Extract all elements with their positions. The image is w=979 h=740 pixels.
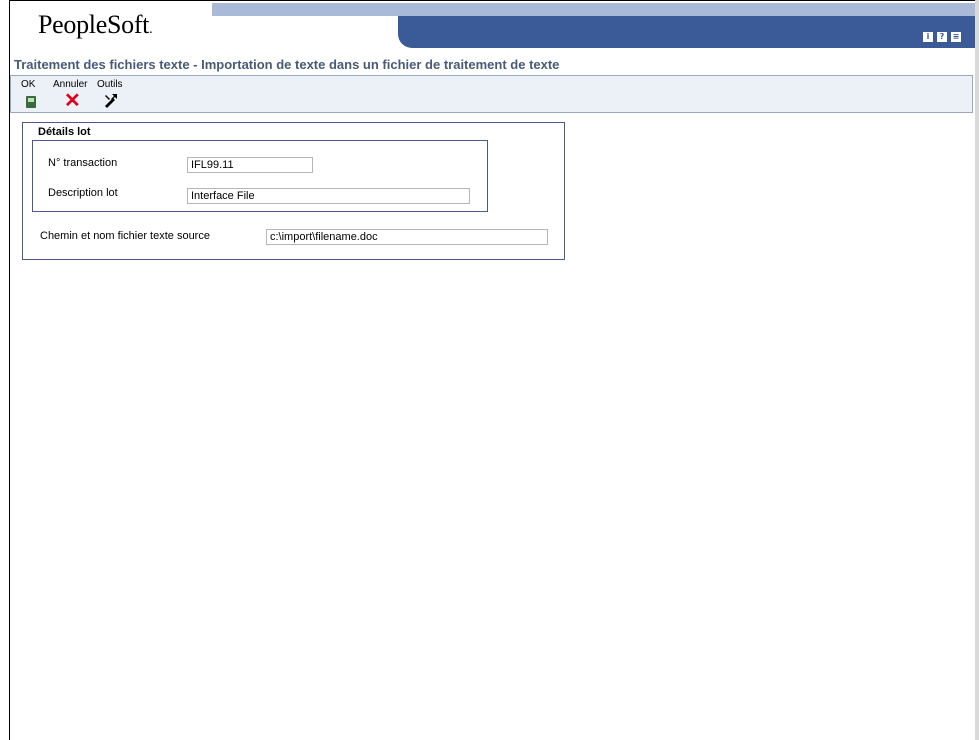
source-path-field[interactable]: c:\import\filename.doc	[266, 229, 548, 245]
info-icon[interactable]: i	[923, 32, 933, 42]
logo-text: PeopleSoft	[38, 10, 150, 39]
ok-label[interactable]: OK	[21, 79, 35, 90]
close-icon[interactable]: ✕	[64, 91, 81, 111]
page-title: Traitement des fichiers texte - Importat…	[14, 57, 560, 72]
transaction-label: N° transaction	[48, 157, 118, 169]
scrollbar[interactable]	[975, 0, 979, 740]
source-path-label: Chemin et nom fichier texte source	[40, 230, 210, 242]
toolbar: OK Annuler Outils ✕	[10, 75, 973, 113]
save-icon[interactable]	[26, 96, 36, 108]
peoplesoft-logo: PeopleSoft.	[38, 10, 153, 40]
logo-dot: .	[149, 22, 153, 37]
help-icon[interactable]: ?	[937, 32, 947, 42]
cancel-label[interactable]: Annuler	[53, 79, 87, 90]
header-banner: i ? ≡	[398, 16, 975, 48]
tools-icon[interactable]	[103, 92, 119, 108]
menu-icon[interactable]: ≡	[951, 32, 961, 42]
header-icons: i ? ≡	[923, 32, 961, 42]
transaction-field[interactable]: IFL99.11	[187, 157, 313, 173]
group-title: Détails lot	[38, 126, 91, 138]
batch-description-field[interactable]: Interface File	[187, 188, 470, 204]
batch-description-label: Description lot	[48, 187, 118, 199]
tools-label[interactable]: Outils	[97, 79, 123, 90]
header-banner-stripe	[212, 3, 975, 16]
